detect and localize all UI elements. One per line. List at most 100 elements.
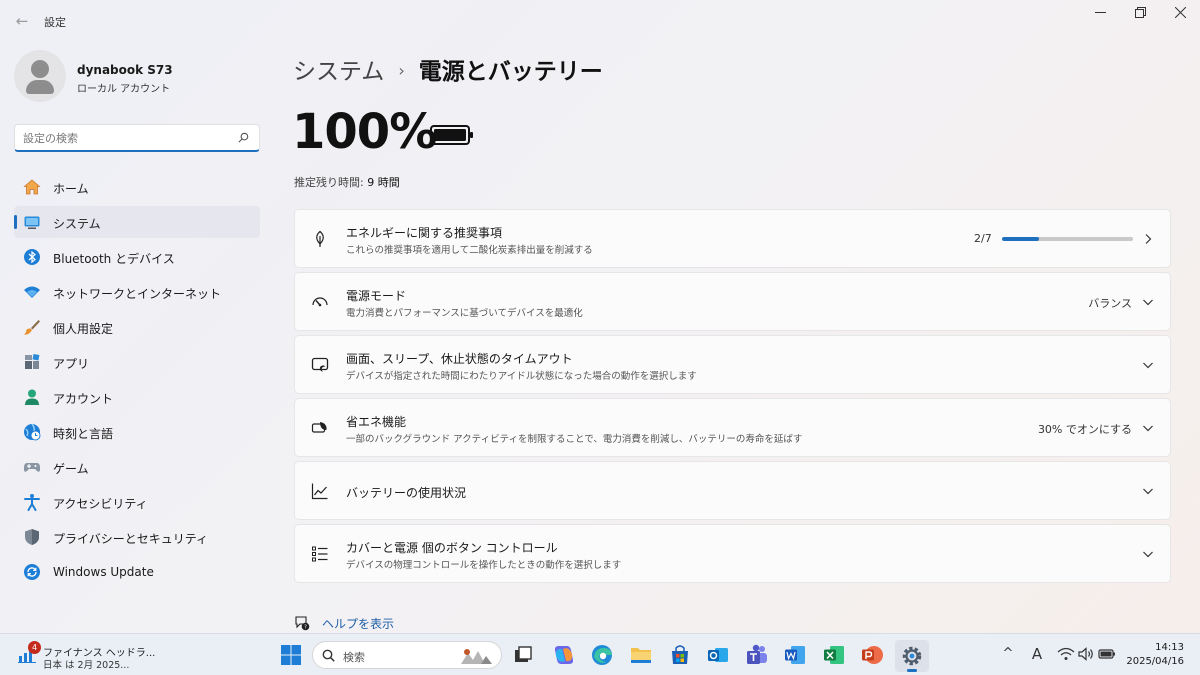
settings-window: ← 設定 dynabook S73 ローカル アカウント ホーム システム [0,0,1200,633]
gamepad-icon [23,463,41,472]
sidebar-item-personalization[interactable]: 個人用設定 [14,311,260,343]
sidebar-item-windows-update[interactable]: Windows Update [14,556,260,588]
sidebar-item-time-language[interactable]: 時刻と言語 [14,416,260,448]
minimize-icon [1094,12,1106,13]
screen-sleep-timeout-card[interactable]: 画面、スリープ、休止状態のタイムアウト デバイスが指定された時間にわたりアイドル… [294,335,1171,394]
sidebar-item-label: ゲーム [53,462,89,476]
power-mode-card[interactable]: 電源モード 電力消費とパフォーマンスに基づいてデバイスを最適化 バランス [294,272,1171,331]
sidebar-item-label: 個人用設定 [53,322,114,336]
search-icon [238,132,249,143]
app-title: 設定 [44,16,66,29]
power-mode-select[interactable]: バランス [1088,295,1132,311]
taskbar: 4 ファイナンス ヘッドラ... 日本 は 2月 2025... 検索 ^ A … [0,633,1200,675]
outlook-icon[interactable] [705,642,731,668]
sidebar-item-label: プライバシーとセキュリティ [53,532,209,546]
battery-full-icon [430,125,473,145]
screen-sleep-icon [311,357,329,372]
help-link[interactable]: ヘルプを表示 [322,615,394,632]
chart-line-icon [311,483,328,500]
powerpoint-icon[interactable] [859,642,885,668]
card-title: 電源モード [346,289,407,303]
battery-icon[interactable] [1097,644,1117,664]
teams-icon[interactable] [744,642,770,668]
energy-saver-icon [311,422,327,433]
settings-search-box[interactable] [14,124,260,152]
sidebar-item-gaming[interactable]: ゲーム [14,451,260,483]
settings-taskbar-button[interactable] [895,640,929,672]
chevron-down-icon [1143,488,1153,495]
breadcrumb: システム › 電源とバッテリー [293,52,603,86]
chevron-down-icon [1143,299,1153,306]
energy-saver-card[interactable]: 省エネ機能 一部のバックグラウンド アクティビティを制限することで、電力消費を削… [294,398,1171,457]
start-icon[interactable] [278,642,304,668]
remaining-value: 9 時間 [367,176,400,189]
widgets-button[interactable]: 4 ファイナンス ヘッドラ... 日本 は 2月 2025... [16,639,155,671]
shield-icon [25,529,39,545]
remaining-label: 推定残り時間: [294,176,364,189]
sidebar-item-label: システム [53,217,101,231]
breadcrumb-parent[interactable]: システム [293,59,384,85]
volume-icon[interactable] [1076,644,1096,664]
page-title: 電源とバッテリー [418,59,603,85]
sidebar-item-home[interactable]: ホーム [14,171,260,203]
task-view-icon[interactable] [510,642,536,668]
file-explorer-icon[interactable] [628,642,654,668]
sidebar-item-privacy-security[interactable]: プライバシーとセキュリティ [14,521,260,553]
back-arrow-icon[interactable]: ← [12,11,32,31]
globe-clock-icon [24,423,41,441]
minimize-button[interactable] [1080,4,1120,26]
excel-icon[interactable] [821,642,847,668]
accessibility-icon [24,494,40,511]
sidebar-item-label: ネットワークとインターネット [53,287,222,301]
store-icon[interactable] [667,642,693,668]
chevron-down-icon [1143,362,1153,369]
settings-cards: エネルギーに関する推奨事項 これらの推奨事項を適用して二酸化炭素排出量を削減する… [294,209,1171,587]
card-title: カバーと電源 個のボタン コントロール [346,541,558,555]
card-description: デバイスの物理コントロールを操作したときの動作を選択します [346,560,622,571]
widget-subline: 日本 は 2月 2025... [43,660,130,671]
restore-icon [1134,7,1146,18]
clock-time[interactable]: 14:13 [1155,642,1184,653]
search-input[interactable] [23,129,223,147]
card-title: 省エネ機能 [346,415,407,429]
bluetooth-icon [24,249,40,265]
card-description: 電力消費とパフォーマンスに基づいてデバイスを最適化 [346,308,583,319]
sidebar-item-network[interactable]: ネットワークとインターネット [14,276,260,308]
edge-icon[interactable] [589,642,615,668]
battery-usage-card[interactable]: バッテリーの使用状況 [294,461,1171,520]
user-profile[interactable]: dynabook S73 ローカル アカウント [14,50,254,104]
sidebar-item-bluetooth[interactable]: Bluetooth とデバイス [14,241,260,273]
sidebar-item-label: Windows Update [53,565,154,579]
clock-date[interactable]: 2025/04/16 [1126,656,1184,667]
battery-percentage: 100% [292,104,437,160]
sidebar-item-accounts[interactable]: アカウント [14,381,260,413]
energy-recommendations-card[interactable]: エネルギーに関する推奨事項 これらの推奨事項を適用して二酸化炭素排出量を削減する… [294,209,1171,268]
sidebar-item-label: アプリ [53,357,90,371]
card-title: エネルギーに関する推奨事項 [346,226,503,240]
restore-button[interactable] [1120,4,1160,26]
sidebar-item-accessibility[interactable]: アクセシビリティ [14,486,260,518]
help-icon: ? [295,616,310,631]
svg-text:?: ? [304,625,307,631]
show-hidden-icons-button[interactable]: ^ [998,644,1018,664]
ime-indicator[interactable]: A [1027,644,1047,664]
card-description: 一部のバックグラウンド アクティビティを制限することで、電力消費を削減し、バッテ… [346,434,803,445]
copilot-icon[interactable] [551,642,577,668]
taskbar-search[interactable]: 検索 [312,641,502,669]
profile-name: dynabook S73 [77,63,173,77]
word-icon[interactable] [782,642,808,668]
sidebar-item-system[interactable]: システム [14,206,260,238]
breadcrumb-separator: › [398,61,405,80]
settings-icon [902,646,922,666]
lid-power-button-card[interactable]: カバーと電源 個のボタン コントロール デバイスの物理コントロールを操作したとき… [294,524,1171,583]
sidebar-item-apps[interactable]: アプリ [14,346,260,378]
energy-saver-threshold[interactable]: 30% でオンにする [1038,421,1132,437]
sidebar-nav: ホーム システム Bluetooth とデバイス ネットワークとインターネット … [14,171,260,591]
wifi-icon[interactable] [1056,644,1076,664]
taskbar-search-label: 検索 [343,651,365,664]
card-title: バッテリーの使用状況 [346,486,467,500]
progress-fill [1002,237,1040,241]
apps-icon [25,354,40,369]
sidebar-item-label: 時刻と言語 [53,427,114,441]
close-button[interactable] [1160,4,1200,26]
